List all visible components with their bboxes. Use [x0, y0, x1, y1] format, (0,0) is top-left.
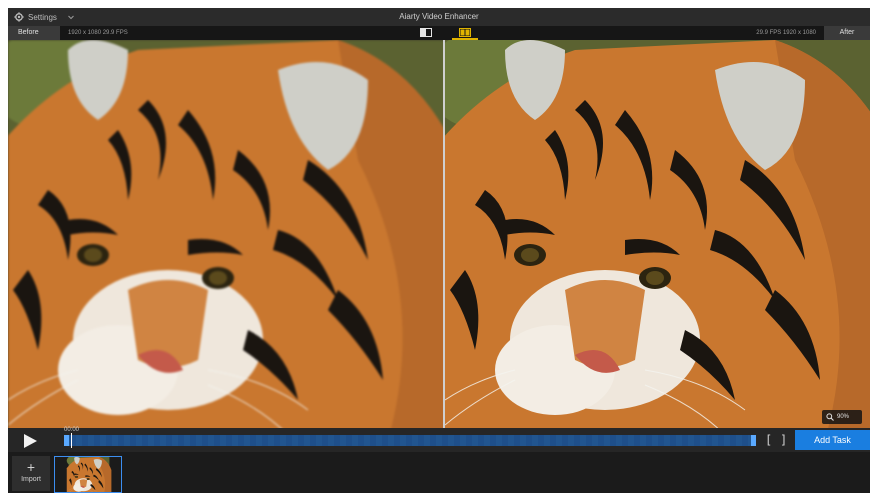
import-label: Import [21, 476, 41, 483]
timeline-bar: 00:00 [ ] Add Task [8, 427, 870, 452]
add-task-button[interactable]: Add Task [795, 430, 870, 450]
thumbnail-image [55, 457, 122, 493]
zoom-level: 90% [837, 414, 850, 420]
filmstrip: + Import [8, 452, 870, 493]
after-label: After [824, 26, 870, 40]
before-preview-pane [8, 40, 443, 436]
app-window: Settings Aiarty Video Enhancer Before 19… [8, 8, 870, 493]
plus-icon: + [26, 459, 36, 475]
after-video-info: 29.9 FPS 1920 x 1080 [756, 30, 816, 36]
settings-menu[interactable]: Settings [14, 8, 75, 26]
magnifier-icon [826, 413, 834, 421]
trim-start-handle[interactable] [64, 435, 69, 446]
before-label: Before [8, 26, 60, 40]
timeline-track-fill [64, 435, 756, 446]
zoom-control[interactable]: 90% [822, 410, 862, 424]
after-frame-image [445, 40, 870, 436]
play-icon[interactable] [22, 433, 38, 449]
app-title: Aiarty Video Enhancer [399, 12, 479, 21]
split-view-icon[interactable] [420, 28, 432, 37]
set-in-point-icon[interactable]: [ [765, 433, 772, 447]
chevron-down-icon [68, 15, 74, 20]
trim-end-handle[interactable] [751, 435, 756, 446]
video-preview[interactable]: 90% [8, 40, 870, 436]
after-preview-pane [445, 40, 870, 436]
side-by-side-view-icon[interactable] [459, 28, 471, 37]
compare-header: Before 1920 x 1080 29.9 FPS 29.9 FPS 192… [8, 26, 870, 40]
video-thumbnail[interactable] [54, 456, 122, 493]
settings-label: Settings [28, 12, 57, 22]
set-out-point-icon[interactable]: ] [780, 433, 787, 447]
gear-icon [14, 12, 24, 22]
before-frame-image [8, 40, 443, 436]
before-video-info: 1920 x 1080 29.9 FPS [68, 30, 128, 36]
title-bar: Settings Aiarty Video Enhancer [8, 8, 870, 26]
timeline-track[interactable] [64, 433, 756, 448]
import-button[interactable]: + Import [12, 456, 50, 491]
playhead[interactable] [71, 433, 72, 448]
